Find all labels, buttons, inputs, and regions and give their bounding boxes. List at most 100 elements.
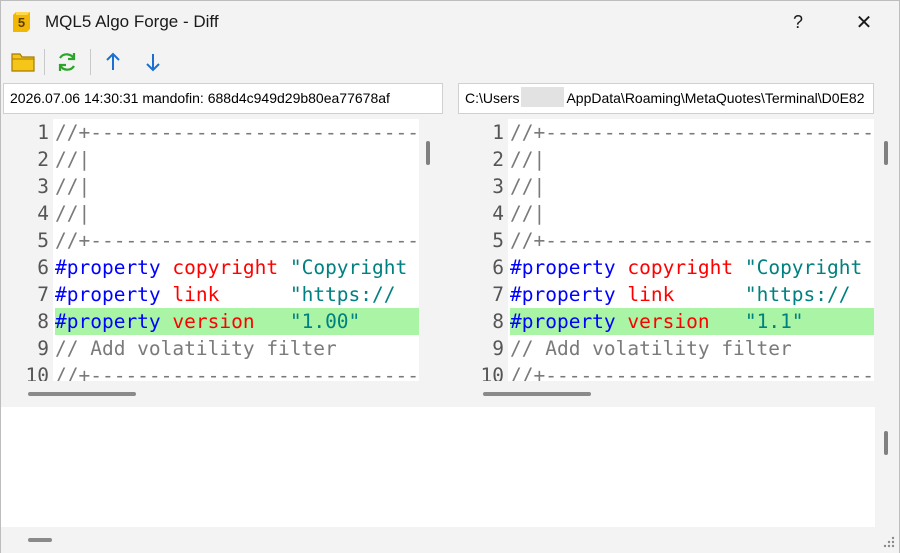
refresh-button[interactable] <box>53 48 81 76</box>
left-file-header: 2026.07.06 14:30:31 mandofin: 688d4c949d… <box>3 83 443 114</box>
line-number: 5 <box>458 227 504 254</box>
right-code-pane[interactable]: 1 //+------------------------------------… <box>458 119 874 381</box>
comment-token: // Add volatility filter <box>510 337 792 360</box>
comment-token: //+-------------------------------------… <box>510 364 874 381</box>
line-number: 6 <box>458 254 504 281</box>
right-vertical-scroll-thumb[interactable] <box>884 141 888 165</box>
close-icon: ✕ <box>855 11 873 34</box>
bottom-horizontal-scrollbar <box>1 527 899 553</box>
line-number: 1 <box>3 119 49 146</box>
property-token: version <box>627 310 710 333</box>
property-token: link <box>627 283 675 306</box>
toolbar-separator <box>44 49 45 75</box>
property-token: version <box>172 310 255 333</box>
redacted-username <box>521 87 565 107</box>
open-folder-button[interactable] <box>9 48 37 76</box>
comment-token: //+-------------------------------------… <box>55 364 419 381</box>
mql5-app-icon: 5 <box>13 12 30 32</box>
code-line: 3 //| Co <box>458 173 874 200</box>
previous-change-button[interactable] <box>99 48 127 76</box>
arrow-down-icon <box>146 54 160 72</box>
code-text: // Add volatility filter <box>55 335 419 362</box>
keyword-token: #property <box>55 256 161 279</box>
code-line: 6 #property copyright "Copyright <box>3 254 419 281</box>
code-line: 9 // Add volatility filter <box>458 335 874 362</box>
comment-token: //| Co <box>510 175 546 198</box>
title-bar: 5 MQL5 Algo Forge - Diff ? ✕ <box>1 1 899 43</box>
code-text: //| <box>510 200 874 227</box>
code-text: //| <box>55 146 419 173</box>
code-text: //| <box>55 200 419 227</box>
line-number: 7 <box>458 281 504 308</box>
property-token: copyright <box>172 256 279 279</box>
code-text: //+-------------------------------------… <box>55 227 419 254</box>
bottom-vertical-scroll-thumb[interactable] <box>884 431 888 455</box>
path-prefix: C:\Users <box>465 90 520 106</box>
code-text: //+-------------------------------------… <box>510 227 874 254</box>
code-text: //+-------------------------------------… <box>55 119 419 146</box>
line-number: 7 <box>3 281 49 308</box>
bottom-output-pane[interactable] <box>1 407 875 527</box>
help-button[interactable]: ? <box>775 1 821 43</box>
comment-token: // Add volatility filter <box>55 337 337 360</box>
right-horizontal-scroll-thumb[interactable] <box>483 392 591 396</box>
string-token: "Copyright <box>289 256 408 279</box>
keyword-token: #property <box>55 283 161 306</box>
svg-text:5: 5 <box>18 15 25 30</box>
code-line: 7 #property link "https:// <box>458 281 874 308</box>
code-line: 8 #property version "1.00" <box>3 308 419 335</box>
string-token: "https:// <box>744 283 851 306</box>
keyword-token: #property <box>510 310 616 333</box>
path-suffix: AppData\Roaming\MetaQuotes\Terminal\D0E8… <box>566 90 865 106</box>
line-number: 2 <box>458 146 504 173</box>
code-text: //+-------------------------------------… <box>55 362 419 381</box>
next-change-button[interactable] <box>139 48 167 76</box>
refresh-icon <box>58 53 76 71</box>
line-number: 9 <box>458 335 504 362</box>
comment-token: //+-------------------------------------… <box>510 121 874 144</box>
bottom-horizontal-scroll-thumb[interactable] <box>28 538 52 542</box>
comment-token: //| <box>55 202 91 225</box>
code-text: #property link "https:// <box>510 281 874 308</box>
line-number: 10 <box>3 362 49 381</box>
line-number: 5 <box>3 227 49 254</box>
left-vertical-scroll-thumb[interactable] <box>426 141 430 165</box>
comment-token: //+-------------------------------------… <box>55 121 419 144</box>
resize-grip-icon[interactable] <box>877 533 897 551</box>
close-button[interactable]: ✕ <box>841 1 887 43</box>
keyword-token: #property <box>55 310 161 333</box>
line-number: 4 <box>3 200 49 227</box>
line-number: 1 <box>458 119 504 146</box>
code-text: #property copyright "Copyright <box>55 254 419 281</box>
code-line: 5 //+------------------------------------… <box>458 227 874 254</box>
code-text: #property link "https:// <box>55 281 419 308</box>
left-vertical-scrollbar[interactable] <box>421 119 435 381</box>
comment-token: //| <box>510 148 546 171</box>
code-line: 8 #property version "1.1" <box>458 308 874 335</box>
code-line: 5 //+------------------------------------… <box>3 227 419 254</box>
horizontal-scrollbar-area <box>1 381 899 407</box>
property-token: link <box>172 283 220 306</box>
left-horizontal-scroll-thumb[interactable] <box>28 392 136 396</box>
line-number: 6 <box>3 254 49 281</box>
right-vertical-scrollbar[interactable] <box>879 119 893 381</box>
bottom-vertical-scrollbar[interactable] <box>879 407 893 527</box>
code-line: 3 //| Co <box>3 173 419 200</box>
keyword-token: #property <box>510 256 616 279</box>
code-text: //+-------------------------------------… <box>510 362 874 381</box>
code-text: //+-------------------------------------… <box>510 119 874 146</box>
comment-token: //| Co <box>55 175 91 198</box>
left-code-pane[interactable]: 1 //+------------------------------------… <box>3 119 419 381</box>
comment-token: //+-------------------------------------… <box>55 229 419 252</box>
line-number: 8 <box>3 308 49 335</box>
diff-window: 5 MQL5 Algo Forge - Diff ? ✕ 2026.07.06 … <box>0 0 900 553</box>
code-line: 6 #property copyright "Copyright <box>458 254 874 281</box>
